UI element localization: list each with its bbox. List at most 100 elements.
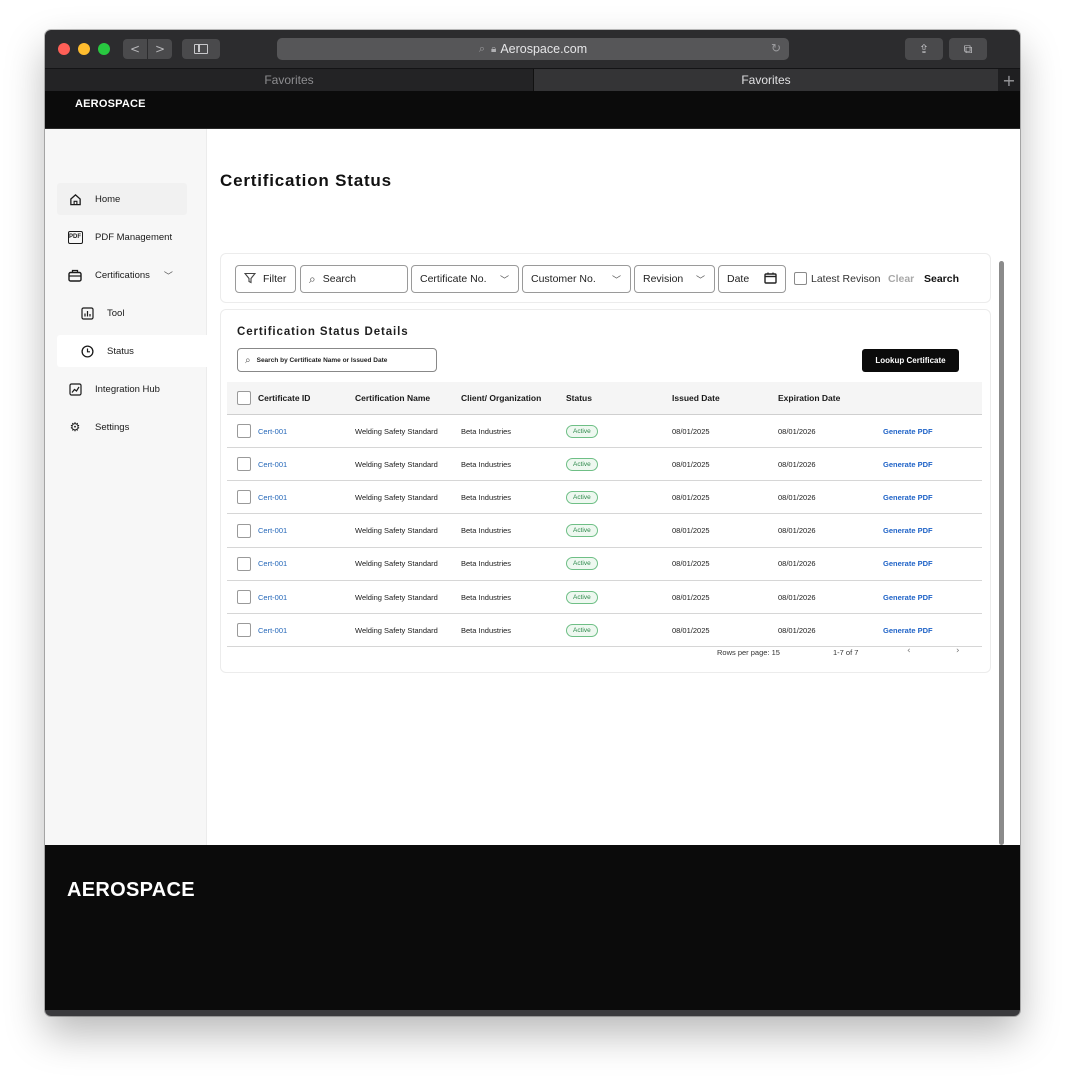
new-tab-button[interactable]: + <box>998 69 1020 91</box>
share-button[interactable]: ⇪ <box>905 38 943 60</box>
sidebar-item-home[interactable]: Home <box>57 183 187 215</box>
sidebar-item-certifications[interactable]: Certifications ﹀ <box>57 259 187 291</box>
expiration-date-cell: 08/01/2026 <box>778 459 816 469</box>
certificate-id-link[interactable]: Cert-001 <box>258 593 287 602</box>
column-header-expiration-date[interactable]: Expiration Date <box>778 382 840 414</box>
issued-date-cell: 08/01/2025 <box>672 526 710 536</box>
sidebar-item-settings[interactable]: ⚙ Settings <box>57 411 187 443</box>
table-row[interactable]: Cert-001 Welding Safety Standard Beta Indu… <box>227 548 982 581</box>
zoom-window-button[interactable] <box>98 43 110 55</box>
select-all-checkbox[interactable] <box>237 391 251 405</box>
expiration-date-cell: 08/01/2026 <box>778 426 816 436</box>
lookup-certificate-button[interactable]: Lookup Certificate <box>862 349 959 372</box>
column-header-status[interactable]: Status <box>566 382 592 414</box>
table-row[interactable]: Cert-001 Welding Safety Standard Beta Indu… <box>227 515 982 548</box>
certificate-id-link[interactable]: Cert-001 <box>258 626 287 635</box>
filter-button[interactable]: Filter <box>235 265 296 293</box>
table-row[interactable]: Cert-001 Welding Safety Standard Beta Indu… <box>227 448 982 482</box>
certificate-id-link[interactable]: Cert-001 <box>258 427 287 436</box>
table-row[interactable]: Cert-001 Welding Safety Standard Beta Indu… <box>227 581 982 614</box>
search-placeholder: Search <box>322 273 357 285</box>
next-page-icon[interactable]: › <box>956 646 960 656</box>
latest-revision-checkbox[interactable] <box>794 272 807 285</box>
column-header-certificate-id[interactable]: Certificate ID <box>258 382 310 414</box>
search-icon: ⌕ <box>309 271 316 286</box>
sidebar-item-integration-hub[interactable]: Integration Hub <box>57 373 187 405</box>
chevron-down-icon[interactable]: ﹀ <box>164 269 173 282</box>
row-checkbox[interactable] <box>237 556 251 571</box>
browser-tab-active[interactable]: Favorites <box>534 69 998 91</box>
sidebar-toggle-button[interactable] <box>182 39 220 59</box>
card-title: Certification Status Details <box>237 326 409 338</box>
expiration-date-cell: 08/01/2026 <box>778 492 816 502</box>
previous-page-icon[interactable]: ‹ <box>907 646 911 656</box>
show-tabs-button[interactable]: ⧉ <box>949 38 987 60</box>
certification-name-cell: Welding Safety Standard <box>355 459 438 469</box>
latest-revision-toggle[interactable]: Latest Revison <box>794 272 880 285</box>
generate-pdf-link[interactable]: Generate PDF <box>883 559 933 568</box>
certificate-search-input[interactable]: ⌕ Search by Certificate Name or Issued D… <box>237 348 437 372</box>
generate-pdf-link[interactable]: Generate PDF <box>883 493 933 502</box>
address-bar[interactable]: ⌕ 🔒︎ Aerospace.com ↻ <box>277 38 789 60</box>
url-text: Aerospace.com <box>500 42 588 56</box>
row-checkbox[interactable] <box>237 457 251 472</box>
column-header-client[interactable]: Client/ Organization <box>461 382 541 414</box>
certification-name-cell: Welding Safety Standard <box>355 592 438 602</box>
search-input[interactable]: ⌕ Search <box>300 265 408 293</box>
forward-icon[interactable]: > <box>148 39 172 59</box>
table-row[interactable]: Cert-001 Welding Safety Standard Beta Indu… <box>227 481 982 515</box>
window-bottom-edge <box>45 1010 1020 1016</box>
generate-pdf-link[interactable]: Generate PDF <box>883 427 933 436</box>
home-icon <box>67 191 83 207</box>
generate-pdf-link[interactable]: Generate PDF <box>883 526 933 535</box>
certificate-id-link[interactable]: Cert-001 <box>258 460 287 469</box>
client-cell: Beta Industries <box>461 426 512 436</box>
minimize-window-button[interactable] <box>78 43 90 55</box>
row-checkbox[interactable] <box>237 590 251 604</box>
reload-icon[interactable]: ↻ <box>771 41 781 55</box>
search-button[interactable]: Search <box>924 273 959 285</box>
share-icon: ⇪ <box>918 42 930 56</box>
certificate-search-placeholder: Search by Certificate Name or Issued Dat… <box>256 356 388 364</box>
rows-per-page[interactable]: Rows per page: 15 <box>717 648 780 657</box>
date-label: Date <box>727 273 750 285</box>
clear-button[interactable]: Clear <box>888 273 914 285</box>
generate-pdf-link[interactable]: Generate PDF <box>883 593 933 602</box>
row-checkbox[interactable] <box>237 424 251 438</box>
row-checkbox[interactable] <box>237 523 251 538</box>
briefcase-icon <box>67 267 83 283</box>
certification-name-cell: Welding Safety Standard <box>355 426 438 436</box>
certificate-id-link[interactable]: Cert-001 <box>258 559 287 568</box>
search-icon: ⌕ <box>478 42 485 55</box>
certificate-id-link[interactable]: Cert-001 <box>258 493 287 502</box>
back-icon[interactable]: < <box>123 39 148 59</box>
table-row[interactable]: Cert-001 Welding Safety Standard Beta Indu… <box>227 415 982 448</box>
sidebar-item-status[interactable]: Status <box>57 335 219 367</box>
status-badge: Active <box>566 490 598 504</box>
certificate-no-dropdown[interactable]: Certificate No. ﹀ <box>411 265 519 293</box>
row-checkbox[interactable] <box>237 490 251 505</box>
table-row[interactable]: Cert-001 Welding Safety Standard Beta Indu… <box>227 614 982 648</box>
revision-dropdown[interactable]: Revision ﹀ <box>634 265 715 293</box>
sidebar-item-label: Tool <box>107 307 125 319</box>
chevron-down-icon: ﹀ <box>611 275 621 286</box>
browser-tab[interactable]: Favorites <box>45 69 534 91</box>
issued-date-cell: 08/01/2025 <box>672 592 710 602</box>
close-window-button[interactable] <box>58 43 70 55</box>
generate-pdf-link[interactable]: Generate PDF <box>883 626 933 635</box>
sidebar-item-pdf-management[interactable]: PDF PDF Management <box>57 221 187 253</box>
column-header-issued-date[interactable]: Issued Date <box>672 382 720 414</box>
row-checkbox[interactable] <box>237 623 251 638</box>
issued-date-cell: 08/01/2025 <box>672 559 710 569</box>
sidebar-item-tool[interactable]: Tool <box>69 297 199 329</box>
brand-logo[interactable]: AEROSPACE <box>75 98 146 110</box>
sidebar-item-label: PDF Management <box>95 231 173 243</box>
certification-status-card: Certification Status Details ⌕ Search by… <box>220 309 991 673</box>
certification-name-cell: Welding Safety Standard <box>355 526 438 536</box>
date-picker[interactable]: Date <box>718 265 786 293</box>
generate-pdf-link[interactable]: Generate PDF <box>883 460 933 469</box>
scrollbar[interactable] <box>999 261 1004 845</box>
column-header-certification-name[interactable]: Certification Name <box>355 382 430 414</box>
certificate-id-link[interactable]: Cert-001 <box>258 526 287 535</box>
customer-no-dropdown[interactable]: Customer No. ﹀ <box>522 265 631 293</box>
